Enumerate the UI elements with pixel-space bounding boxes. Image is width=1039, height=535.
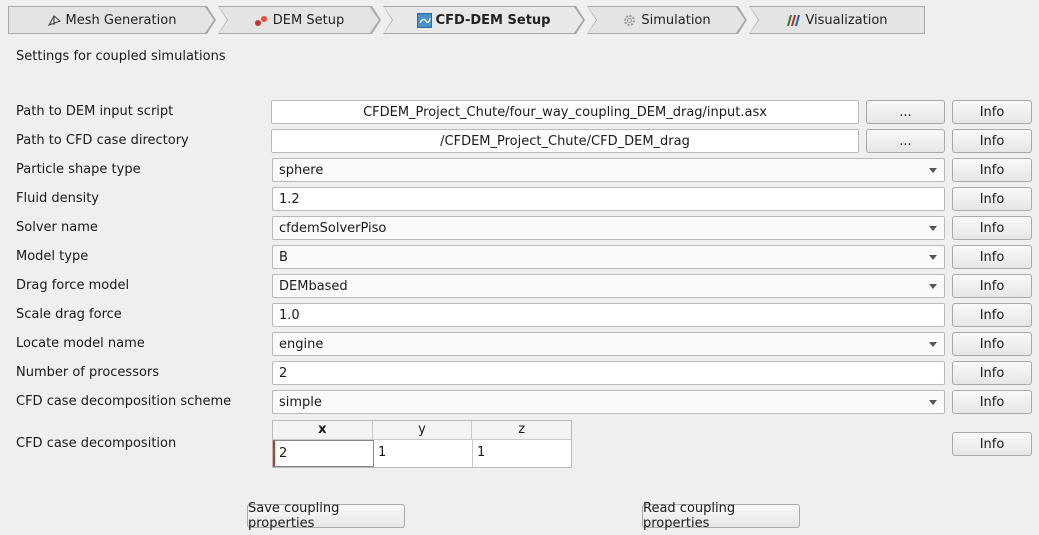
chevron-down-icon <box>929 226 937 231</box>
fluid-density-info-button[interactable]: Info <box>952 187 1032 211</box>
decomp-scheme-info-button[interactable]: Info <box>952 390 1032 414</box>
drag-model-label: Drag force model <box>16 278 130 293</box>
tab-visualization[interactable]: Visualization <box>750 7 924 33</box>
locate-model-info-button[interactable]: Info <box>952 332 1032 356</box>
decomposition-y-cell[interactable]: 1 <box>374 440 473 467</box>
dem-script-path-field[interactable]: CFDEM_Project_Chute/four_way_coupling_DE… <box>271 100 859 124</box>
drag-model-select[interactable]: DEMbased <box>272 274 945 298</box>
scale-drag-field[interactable]: 1.0 <box>272 303 945 327</box>
column-header-y[interactable]: y <box>373 421 473 439</box>
paraview-icon <box>786 13 801 28</box>
decomposition-x-cell[interactable]: 2 <box>273 440 374 467</box>
cfd-dir-info-button[interactable]: Info <box>952 129 1032 153</box>
tab-mesh-generation[interactable]: Mesh Generation <box>9 7 214 33</box>
locate-model-value: engine <box>279 336 324 352</box>
column-header-x[interactable]: x <box>273 421 373 439</box>
particle-shape-select[interactable]: sphere <box>272 158 945 182</box>
drag-model-value: DEMbased <box>279 278 348 294</box>
chevron-down-icon <box>929 255 937 260</box>
chevron-down-icon <box>929 168 937 173</box>
tab-label: Mesh Generation <box>65 12 177 28</box>
browse-cfd-dir-button[interactable]: ... <box>866 129 945 153</box>
decomposition-z-cell[interactable]: 1 <box>473 440 571 467</box>
model-type-label: Model type <box>16 249 89 264</box>
scale-drag-info-button[interactable]: Info <box>952 303 1032 327</box>
solver-name-value: cfdemSolverPiso <box>279 220 387 236</box>
tab-label: DEM Setup <box>272 12 345 28</box>
tab-cfd-dem-setup[interactable]: CFD-DEM Setup <box>384 7 583 33</box>
num-procs-info-button[interactable]: Info <box>952 361 1032 385</box>
tab-simulation[interactable]: Simulation <box>588 7 745 33</box>
chevron-down-icon <box>929 284 937 289</box>
particle-shape-value: sphere <box>279 162 324 178</box>
scale-drag-label: Scale drag force <box>16 307 122 322</box>
read-coupling-properties-button[interactable]: Read coupling properties <box>642 501 800 531</box>
fluid-density-label: Fluid density <box>16 191 99 206</box>
section-title: Settings for coupled simulations <box>16 49 226 64</box>
solver-name-label: Solver name <box>16 220 98 235</box>
decomp-scheme-value: simple <box>279 394 322 410</box>
model-type-value: B <box>279 249 288 265</box>
tab-dem-setup[interactable]: DEM Setup <box>219 7 379 33</box>
num-procs-field[interactable]: 2 <box>272 361 945 385</box>
model-type-info-button[interactable]: Info <box>952 245 1032 269</box>
column-header-z[interactable]: z <box>472 421 571 439</box>
solver-name-info-button[interactable]: Info <box>952 216 1032 240</box>
gear-icon <box>622 13 637 28</box>
dem-script-info-button[interactable]: Info <box>952 100 1032 124</box>
workflow-tabs: Mesh Generation DEM Setup CFD-DEM Setup … <box>8 6 925 34</box>
tab-label: Simulation <box>641 12 711 28</box>
decomposition-label: CFD case decomposition <box>16 436 177 451</box>
decomp-scheme-select[interactable]: simple <box>272 390 945 414</box>
browse-dem-script-button[interactable]: ... <box>866 100 945 124</box>
drag-model-info-button[interactable]: Info <box>952 274 1032 298</box>
model-type-select[interactable]: B <box>272 245 945 269</box>
cfd-dem-icon <box>417 13 432 28</box>
mesh-icon <box>47 13 62 28</box>
particle-shape-label: Particle shape type <box>16 162 141 177</box>
decomp-scheme-label: CFD case decomposition scheme <box>16 394 232 409</box>
locate-model-label: Locate model name <box>16 336 145 351</box>
chevron-down-icon <box>929 400 937 405</box>
cfd-dir-label: Path to CFD case directory <box>16 133 189 148</box>
particle-shape-info-button[interactable]: Info <box>952 158 1032 182</box>
decomposition-table: x y z 2 1 1 <box>272 420 572 468</box>
solver-name-select[interactable]: cfdemSolverPiso <box>272 216 945 240</box>
locate-model-select[interactable]: engine <box>272 332 945 356</box>
decomposition-info-button[interactable]: Info <box>952 432 1032 456</box>
num-procs-label: Number of processors <box>16 365 160 380</box>
dem-icon <box>254 13 269 28</box>
save-coupling-properties-button[interactable]: Save coupling properties <box>247 501 405 531</box>
cfd-dir-path-field[interactable]: /CFDEM_Project_Chute/CFD_DEM_drag <box>271 129 859 153</box>
tab-label: CFD-DEM Setup <box>435 12 551 28</box>
dem-script-label: Path to DEM input script <box>16 104 174 119</box>
tab-label: Visualization <box>805 12 888 28</box>
chevron-down-icon <box>929 342 937 347</box>
fluid-density-field[interactable]: 1.2 <box>272 187 945 211</box>
